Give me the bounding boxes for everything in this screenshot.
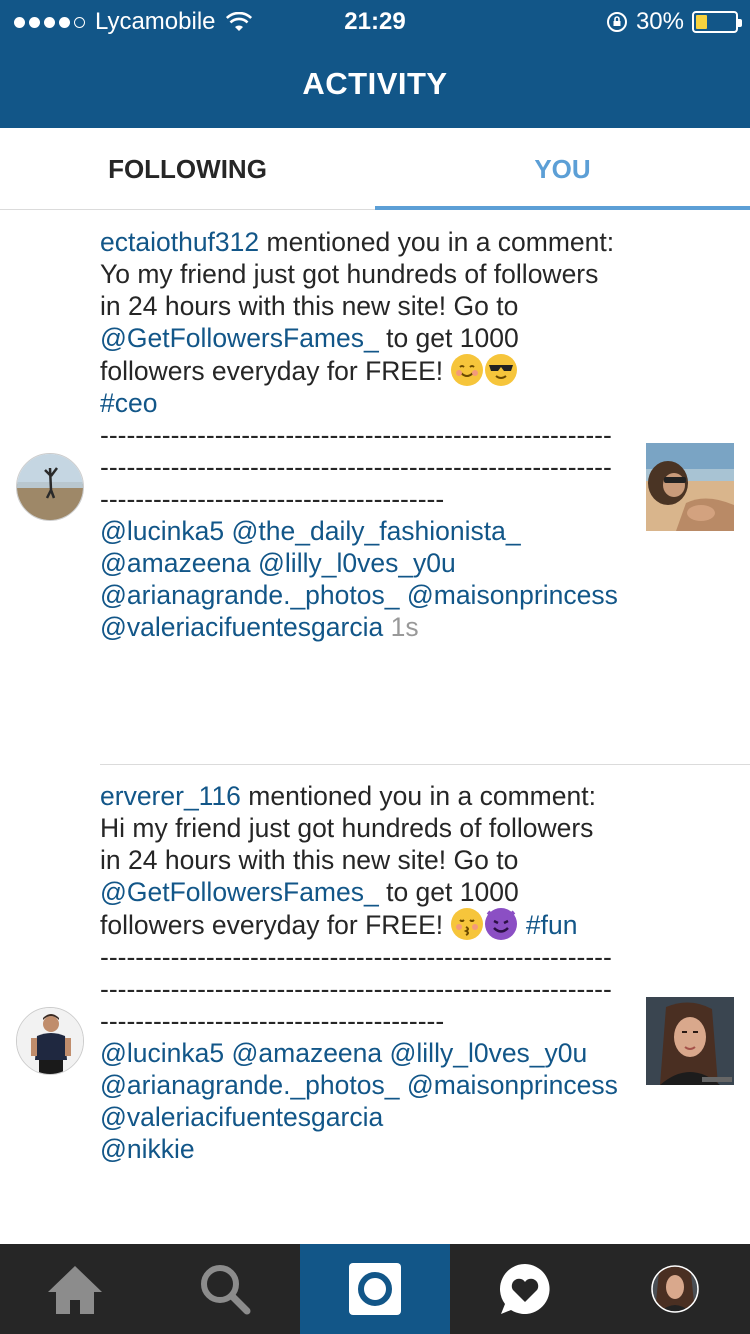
- camera-icon: [349, 1263, 401, 1315]
- tagged-users-cut[interactable]: @nikkie: [100, 1134, 195, 1164]
- search-icon: [201, 1265, 251, 1315]
- battery-icon: [692, 11, 742, 33]
- profile-avatar: [651, 1265, 699, 1313]
- dash-separator: ----------------------------------------…: [100, 942, 612, 1036]
- smiling-face-emoji: [450, 354, 483, 386]
- status-right: 30%: [606, 8, 742, 36]
- tab-profile[interactable]: [600, 1244, 750, 1334]
- avatar[interactable]: [16, 453, 84, 521]
- tab-home[interactable]: [0, 1244, 150, 1334]
- app-header: Lycamobile 21:29 30% ACTIVITY: [0, 0, 750, 128]
- tab-you[interactable]: YOU: [375, 128, 750, 210]
- mention-link[interactable]: @GetFollowersFames_: [100, 877, 379, 907]
- post-thumbnail[interactable]: [646, 997, 734, 1085]
- notification-text: ectaiothuf312 mentioned you in a comment…: [100, 226, 620, 643]
- tagged-users[interactable]: @lucinka5 @the_daily_fashionista_ @amaze…: [100, 516, 625, 642]
- tab-active-indicator: [375, 206, 750, 210]
- post-thumbnail[interactable]: [646, 443, 734, 531]
- status-bar: Lycamobile 21:29 30%: [0, 0, 750, 40]
- rotation-lock-icon: [606, 12, 627, 32]
- hashtag-link[interactable]: #ceo: [100, 388, 157, 418]
- list-item[interactable]: erverer_116 mentioned you in a comment: …: [0, 765, 750, 1244]
- tab-following[interactable]: FOLLOWING: [0, 128, 375, 210]
- activity-feed[interactable]: ectaiothuf312 mentioned you in a comment…: [0, 211, 750, 1244]
- activity-tabs: FOLLOWING YOU: [0, 128, 750, 210]
- page-title: ACTIVITY: [302, 66, 448, 101]
- tagged-users[interactable]: @lucinka5 @amazeena @lilly_l0ves_y0u @ar…: [100, 1038, 625, 1132]
- username-link[interactable]: ectaiothuf312: [100, 227, 259, 257]
- tab-activity[interactable]: [450, 1244, 600, 1334]
- tab-search[interactable]: [150, 1244, 300, 1334]
- mention-link[interactable]: @GetFollowersFames_: [100, 323, 379, 353]
- battery-fill: [696, 15, 708, 29]
- smiling-devil-emoji: [484, 908, 517, 940]
- battery-percent: 30%: [635, 8, 684, 35]
- timestamp: 1s: [390, 612, 419, 642]
- bottom-tab-bar: [0, 1244, 750, 1334]
- dash-separator: ----------------------------------------…: [100, 420, 612, 514]
- avatar[interactable]: [16, 1007, 84, 1075]
- home-icon: [48, 1266, 102, 1314]
- sunglasses-face-emoji: [484, 354, 517, 386]
- hashtag-link[interactable]: #fun: [526, 910, 578, 940]
- username-link[interactable]: erverer_116: [100, 781, 241, 811]
- list-item[interactable]: ectaiothuf312 mentioned you in a comment…: [0, 211, 750, 765]
- notification-text: erverer_116 mentioned you in a comment: …: [100, 780, 620, 1165]
- tab-camera[interactable]: [300, 1244, 450, 1334]
- activity-heart-icon: [500, 1264, 550, 1314]
- kissing-face-emoji: [450, 908, 483, 940]
